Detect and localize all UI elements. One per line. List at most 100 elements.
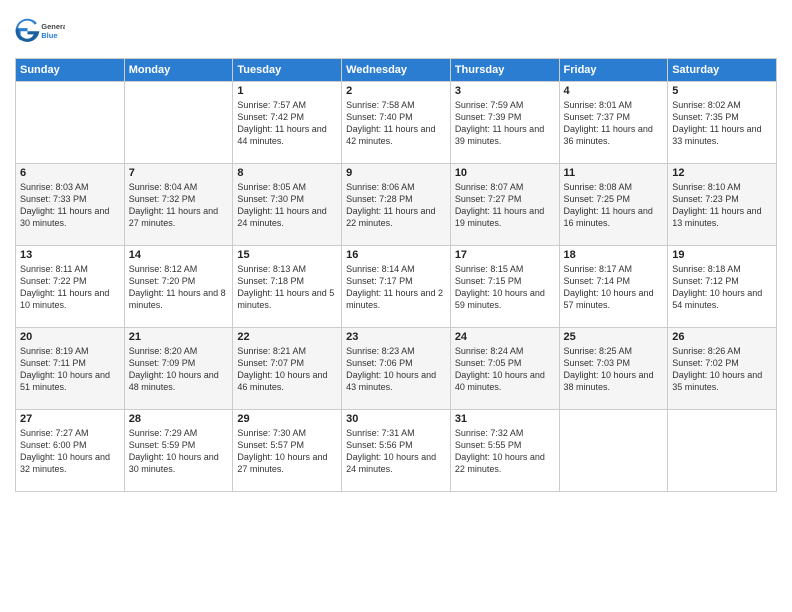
day-info: Sunrise: 8:26 AM Sunset: 7:02 PM Dayligh… (672, 345, 772, 394)
calendar-cell (16, 82, 125, 164)
day-number: 31 (455, 413, 555, 425)
calendar-cell: 24Sunrise: 8:24 AM Sunset: 7:05 PM Dayli… (450, 328, 559, 410)
day-number: 11 (564, 167, 664, 179)
day-info: Sunrise: 8:15 AM Sunset: 7:15 PM Dayligh… (455, 263, 555, 312)
day-number: 7 (129, 167, 229, 179)
calendar-week-row: 20 Sunrise: 8:19 AM Sunset: 7:11 PM Dayli… (16, 328, 777, 410)
day-info: Sunrise: 8:14 AM Sunset: 7:17 PM Dayligh… (346, 263, 446, 312)
calendar-cell (559, 410, 668, 492)
calendar-cell: 20 Sunrise: 8:19 AM Sunset: 7:11 PM Dayli… (16, 328, 125, 410)
day-number: 21 (129, 331, 229, 343)
day-info: Sunrise: 8:11 AM Sunset: 7:22 PM Dayligh… (20, 263, 120, 312)
svg-text:General: General (41, 22, 65, 31)
day-number: 9 (346, 167, 446, 179)
calendar-cell: 8 Sunrise: 8:05 AM Sunset: 7:30 PM Daylig… (233, 164, 342, 246)
day-info: Sunrise: 8:12 AM Sunset: 7:20 PM Dayligh… (129, 263, 229, 312)
day-info: Sunrise: 8:23 AM Sunset: 7:06 PM Dayligh… (346, 345, 446, 394)
day-number: 3 (455, 85, 555, 97)
calendar-cell: 14Sunrise: 8:12 AM Sunset: 7:20 PM Dayli… (124, 246, 233, 328)
calendar-week-row: 27Sunrise: 7:27 AM Sunset: 6:00 PM Dayli… (16, 410, 777, 492)
day-number: 18 (564, 249, 664, 261)
calendar-cell: 26Sunrise: 8:26 AM Sunset: 7:02 PM Dayli… (668, 328, 777, 410)
calendar-cell: 13 Sunrise: 8:11 AM Sunset: 7:22 PM Dayli… (16, 246, 125, 328)
col-friday: Friday (559, 59, 668, 82)
col-saturday: Saturday (668, 59, 777, 82)
day-info: Sunrise: 8:17 AM Sunset: 7:14 PM Dayligh… (564, 263, 664, 312)
day-number: 13 (20, 249, 120, 261)
day-number: 25 (564, 331, 664, 343)
day-number: 29 (237, 413, 337, 425)
day-number: 19 (672, 249, 772, 261)
day-number: 8 (237, 167, 337, 179)
calendar-cell: 1 Sunrise: 7:57 AM Sunset: 7:42 PM Daylig… (233, 82, 342, 164)
day-info: Sunrise: 8:05 AM Sunset: 7:30 PM Dayligh… (237, 181, 337, 230)
calendar-cell (124, 82, 233, 164)
day-info: Sunrise: 8:02 AM Sunset: 7:35 PM Dayligh… (672, 99, 772, 148)
day-info: Sunrise: 8:21 AM Sunset: 7:07 PM Dayligh… (237, 345, 337, 394)
day-info: Sunrise: 8:06 AM Sunset: 7:28 PM Dayligh… (346, 181, 446, 230)
day-info: Sunrise: 8:08 AM Sunset: 7:25 PM Dayligh… (564, 181, 664, 230)
day-number: 15 (237, 249, 337, 261)
calendar-cell: 15 Sunrise: 8:13 AM Sunset: 7:18 PM Dayli… (233, 246, 342, 328)
calendar-cell: 29Sunrise: 7:30 AM Sunset: 5:57 PM Dayli… (233, 410, 342, 492)
day-info: Sunrise: 8:10 AM Sunset: 7:23 PM Dayligh… (672, 181, 772, 230)
day-info: Sunrise: 8:24 AM Sunset: 7:05 PM Dayligh… (455, 345, 555, 394)
day-number: 4 (564, 85, 664, 97)
calendar-table: Sunday Monday Tuesday Wednesday Thursday… (15, 58, 777, 492)
calendar-cell: 30Sunrise: 7:31 AM Sunset: 5:56 PM Dayli… (342, 410, 451, 492)
calendar-cell: 21 Sunrise: 8:20 AM Sunset: 7:09 PM Dayli… (124, 328, 233, 410)
calendar-cell: 27Sunrise: 7:27 AM Sunset: 6:00 PM Dayli… (16, 410, 125, 492)
calendar-cell: 3 Sunrise: 7:59 AM Sunset: 7:39 PM Daylig… (450, 82, 559, 164)
calendar-cell: 22 Sunrise: 8:21 AM Sunset: 7:07 PM Dayli… (233, 328, 342, 410)
calendar-cell: 17 Sunrise: 8:15 AM Sunset: 7:15 PM Dayli… (450, 246, 559, 328)
day-info: Sunrise: 8:04 AM Sunset: 7:32 PM Dayligh… (129, 181, 229, 230)
calendar-week-row: 6 Sunrise: 8:03 AM Sunset: 7:33 PM Daylig… (16, 164, 777, 246)
day-info: Sunrise: 8:01 AM Sunset: 7:37 PM Dayligh… (564, 99, 664, 148)
day-number: 28 (129, 413, 229, 425)
calendar-cell: 4 Sunrise: 8:01 AM Sunset: 7:37 PM Daylig… (559, 82, 668, 164)
calendar-cell: 11 Sunrise: 8:08 AM Sunset: 7:25 PM Dayli… (559, 164, 668, 246)
col-tuesday: Tuesday (233, 59, 342, 82)
day-number: 20 (20, 331, 120, 343)
calendar-header-row: Sunday Monday Tuesday Wednesday Thursday… (16, 59, 777, 82)
day-number: 22 (237, 331, 337, 343)
generalblue-logo-icon: General Blue (15, 10, 65, 50)
page: General Blue Sunday Monday Tuesday Wedne… (0, 0, 792, 612)
day-info: Sunrise: 7:29 AM Sunset: 5:59 PM Dayligh… (129, 427, 229, 476)
day-number: 1 (237, 85, 337, 97)
calendar-cell: 16 Sunrise: 8:14 AM Sunset: 7:17 PM Dayli… (342, 246, 451, 328)
day-number: 30 (346, 413, 446, 425)
day-info: Sunrise: 8:20 AM Sunset: 7:09 PM Dayligh… (129, 345, 229, 394)
day-number: 12 (672, 167, 772, 179)
day-info: Sunrise: 8:07 AM Sunset: 7:27 PM Dayligh… (455, 181, 555, 230)
col-wednesday: Wednesday (342, 59, 451, 82)
day-info: Sunrise: 7:57 AM Sunset: 7:42 PM Dayligh… (237, 99, 337, 148)
logo: General Blue (15, 10, 65, 50)
calendar-cell: 19 Sunrise: 8:18 AM Sunset: 7:12 PM Dayli… (668, 246, 777, 328)
day-number: 6 (20, 167, 120, 179)
day-number: 17 (455, 249, 555, 261)
day-number: 10 (455, 167, 555, 179)
day-number: 16 (346, 249, 446, 261)
day-info: Sunrise: 8:19 AM Sunset: 7:11 PM Dayligh… (20, 345, 120, 394)
col-monday: Monday (124, 59, 233, 82)
day-info: Sunrise: 8:18 AM Sunset: 7:12 PM Dayligh… (672, 263, 772, 312)
calendar-cell: 6 Sunrise: 8:03 AM Sunset: 7:33 PM Daylig… (16, 164, 125, 246)
day-info: Sunrise: 7:32 AM Sunset: 5:55 PM Dayligh… (455, 427, 555, 476)
day-info: Sunrise: 8:25 AM Sunset: 7:03 PM Dayligh… (564, 345, 664, 394)
calendar-week-row: 13 Sunrise: 8:11 AM Sunset: 7:22 PM Dayli… (16, 246, 777, 328)
day-number: 27 (20, 413, 120, 425)
calendar-cell: 18 Sunrise: 8:17 AM Sunset: 7:14 PM Dayli… (559, 246, 668, 328)
calendar-cell: 5Sunrise: 8:02 AM Sunset: 7:35 PM Daylig… (668, 82, 777, 164)
calendar-cell: 10 Sunrise: 8:07 AM Sunset: 7:27 PM Dayli… (450, 164, 559, 246)
col-sunday: Sunday (16, 59, 125, 82)
calendar-cell: 12 Sunrise: 8:10 AM Sunset: 7:23 PM Dayli… (668, 164, 777, 246)
day-info: Sunrise: 8:13 AM Sunset: 7:18 PM Dayligh… (237, 263, 337, 312)
calendar-cell: 23 Sunrise: 8:23 AM Sunset: 7:06 PM Dayli… (342, 328, 451, 410)
day-info: Sunrise: 7:59 AM Sunset: 7:39 PM Dayligh… (455, 99, 555, 148)
day-number: 23 (346, 331, 446, 343)
day-info: Sunrise: 8:03 AM Sunset: 7:33 PM Dayligh… (20, 181, 120, 230)
col-thursday: Thursday (450, 59, 559, 82)
calendar-cell (668, 410, 777, 492)
day-info: Sunrise: 7:58 AM Sunset: 7:40 PM Dayligh… (346, 99, 446, 148)
